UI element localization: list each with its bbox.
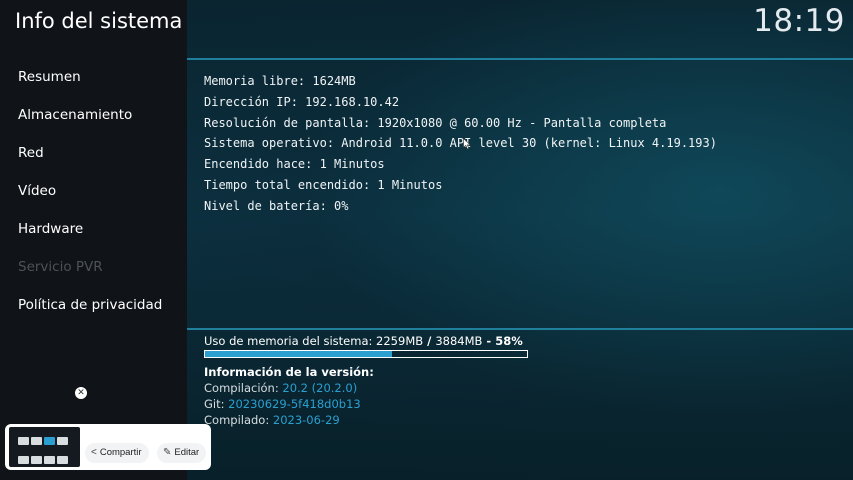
sidebar-item-red[interactable]: Red [0, 134, 187, 172]
memory-usage-bar-fill [205, 351, 392, 357]
version-git: Git: 20230629-5f418d0b13 [204, 396, 374, 412]
thumb-cell [44, 456, 55, 464]
thumb-cell [57, 456, 68, 464]
memory-label-prefix: Uso de memoria del sistema: [204, 334, 377, 348]
version-compiled-value: 2023-06-29 [272, 413, 340, 427]
info-ip-address: Dirección IP: 192.168.10.42 [204, 94, 400, 109]
version-compiled-key: Compilado: [204, 413, 273, 427]
page-title: Info del sistema [15, 9, 183, 33]
info-total-uptime: Tiempo total encendido: 1 Minutos [204, 177, 443, 192]
version-git-value: 20230629-5f418d0b13 [228, 397, 361, 411]
memory-used: 2259MB [376, 334, 424, 348]
thumb-cell [31, 456, 42, 464]
info-battery-level: Nivel de batería: 0% [204, 198, 349, 213]
header-divider [187, 58, 853, 60]
memory-percent: - 58% [482, 334, 523, 348]
version-info: Información de la versión: Compilación: … [204, 364, 374, 428]
share-icon: < [91, 447, 97, 458]
version-build: Compilación: 20.2 (20.2.0) [204, 380, 374, 396]
system-info-list: Memoria libre: 1624MB Dirección IP: 192.… [204, 71, 717, 217]
mouse-pointer-icon [463, 138, 471, 150]
info-operating-system: Sistema operativo: Android 11.0.0 API le… [204, 136, 717, 151]
version-git-key: Git: [204, 397, 229, 411]
version-build-key: Compilación: [204, 381, 283, 395]
thumbnail-icons [17, 431, 75, 467]
thumb-cell [31, 437, 42, 445]
screenshot-share-bar: < Compartir ✎ Editar [5, 424, 211, 470]
sidebar-item-servicio-pvr: Servicio PVR [18, 259, 103, 275]
edit-button[interactable]: ✎ Editar [157, 443, 207, 463]
info-free-memory: Memoria libre: 1624MB [204, 74, 356, 88]
sidebar-item-video[interactable]: Vídeo [0, 172, 187, 210]
memory-separator: / [423, 334, 436, 348]
sidebar-item-privacidad[interactable]: Política de privacidad [0, 286, 187, 324]
thumb-cell [18, 456, 29, 464]
share-label: Compartir [99, 447, 142, 458]
pencil-icon: ✎ [163, 447, 172, 458]
edit-label: Editar [174, 447, 200, 458]
sidebar-menu: Resumen Almacenamiento Red Vídeo Hardwar… [0, 58, 187, 324]
thumb-cell [18, 437, 29, 445]
share-button[interactable]: < Compartir [85, 443, 149, 463]
sidebar: Info del sistema Resumen Almacenamiento … [0, 0, 187, 480]
memory-usage-bar [204, 350, 528, 358]
memory-usage-label: Uso de memoria del sistema: 2259MB / 388… [204, 334, 523, 348]
clock: 18:19 [753, 3, 845, 39]
close-icon[interactable]: ✕ [75, 387, 87, 399]
section-divider [187, 328, 853, 330]
info-screen-resolution: Resolución de pantalla: 1920x1080 @ 60.0… [204, 115, 667, 130]
thumb-cell [44, 437, 55, 445]
info-uptime: Encendido hace: 1 Minutos [204, 157, 385, 172]
screenshot-thumbnail[interactable] [9, 427, 80, 467]
sidebar-item-resumen[interactable]: Resumen [0, 58, 187, 96]
sidebar-item-almacenamiento[interactable]: Almacenamiento [0, 96, 187, 134]
version-build-value: 20.2 (20.2.0) [282, 381, 358, 395]
version-compiled: Compilado: 2023-06-29 [204, 412, 374, 428]
sidebar-item-hardware[interactable]: Hardware [0, 210, 187, 248]
version-heading: Información de la versión: [204, 365, 374, 379]
memory-total: 3884MB [435, 334, 483, 348]
thumb-cell [57, 437, 68, 445]
